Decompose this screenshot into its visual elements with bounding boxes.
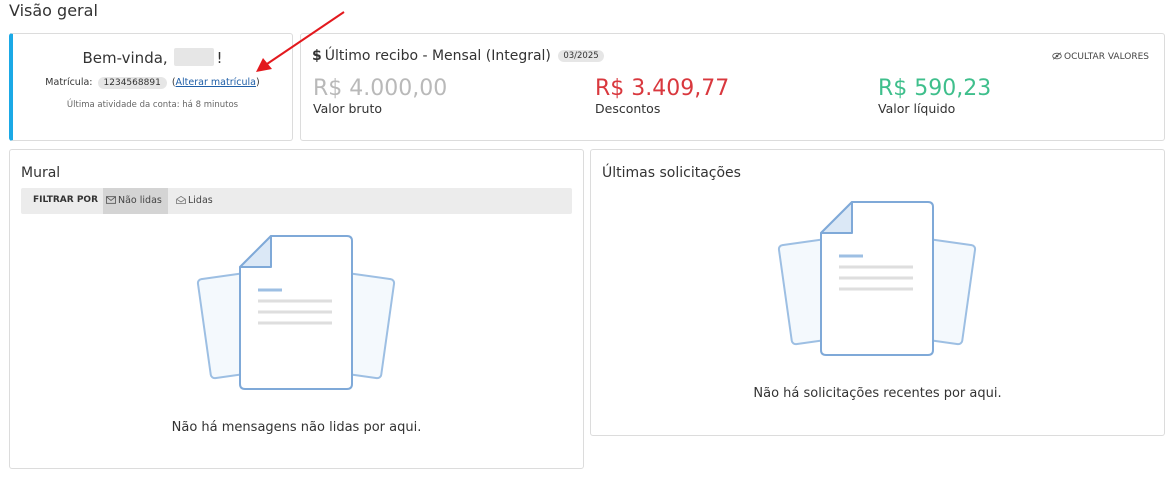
receipt-title: $ Último recibo - Mensal (Integral) 03/20… <box>312 48 604 64</box>
empty-documents-illustration <box>777 201 977 356</box>
last-activity-text: Última atividade da conta: há 8 minutos <box>66 100 239 110</box>
net-amount: R$ 590,23 <box>878 76 992 101</box>
discounts-label: Descontos <box>595 101 661 116</box>
matricula-label: Matrícula: <box>45 77 93 88</box>
tab-read[interactable]: Lidas <box>173 188 223 214</box>
hide-values-label: OCULTAR VALORES <box>1064 52 1149 62</box>
net-value-block: R$ 590,23 Valor líquido <box>878 76 991 116</box>
discounts-value-block: R$ 3.409,77 Descontos <box>595 76 729 116</box>
period-badge: 03/2025 <box>558 50 604 62</box>
welcome-card: Bem-vinda, ! Matrícula: 1234568891 (Alte… <box>9 33 293 141</box>
empty-documents-illustration <box>196 235 396 390</box>
mural-title: Mural <box>21 165 61 181</box>
eye-slash-icon <box>1052 52 1062 60</box>
requests-title: Últimas solicitações <box>602 165 741 181</box>
change-matricula-link[interactable]: Alterar matrícula <box>176 77 256 88</box>
welcome-greeting: Bem-vinda, ! <box>13 48 292 67</box>
net-label: Valor líquido <box>878 101 956 116</box>
tab-unread-label: Não lidas <box>118 195 162 206</box>
paren-close: ) <box>255 77 260 88</box>
tab-read-label: Lidas <box>188 195 213 206</box>
tab-unread[interactable]: Não lidas <box>103 188 168 214</box>
hide-values-button[interactable]: OCULTAR VALORES <box>1052 52 1149 62</box>
gross-label: Valor bruto <box>313 101 383 116</box>
receipt-title-text: Último recibo - Mensal (Integral) <box>324 48 551 64</box>
filter-label: FILTRAR POR <box>33 195 99 205</box>
envelope-closed-icon <box>106 196 116 204</box>
matricula-row: Matrícula: 1234568891 (Alterar matrícula… <box>13 77 292 89</box>
receipt-card: $ Último recibo - Mensal (Integral) 03/20… <box>300 33 1165 141</box>
mural-empty-message: Não há mensagens não lidas por aqui. <box>171 420 422 435</box>
gross-amount: R$ 4.000,00 <box>313 76 448 101</box>
user-name-redacted <box>174 48 215 66</box>
greeting-text: Bem-vinda, <box>82 49 168 67</box>
mural-card: Mural FILTRAR POR Não lidas Lidas Não há… <box>9 149 584 469</box>
matricula-badge: 1234568891 <box>97 77 167 89</box>
requests-card: Últimas solicitações Não há solicitações… <box>590 149 1165 436</box>
dollar-icon: $ <box>312 48 322 64</box>
requests-empty-message: Não há solicitações recentes por aqui. <box>753 386 1002 401</box>
gross-value-block: R$ 4.000,00 Valor bruto <box>313 76 447 116</box>
filter-bar: FILTRAR POR Não lidas Lidas <box>21 188 572 214</box>
greeting-exclamation: ! <box>216 49 223 67</box>
page-title: Visão geral <box>9 1 98 20</box>
discounts-amount: R$ 3.409,77 <box>595 76 730 101</box>
envelope-open-icon <box>176 196 186 204</box>
